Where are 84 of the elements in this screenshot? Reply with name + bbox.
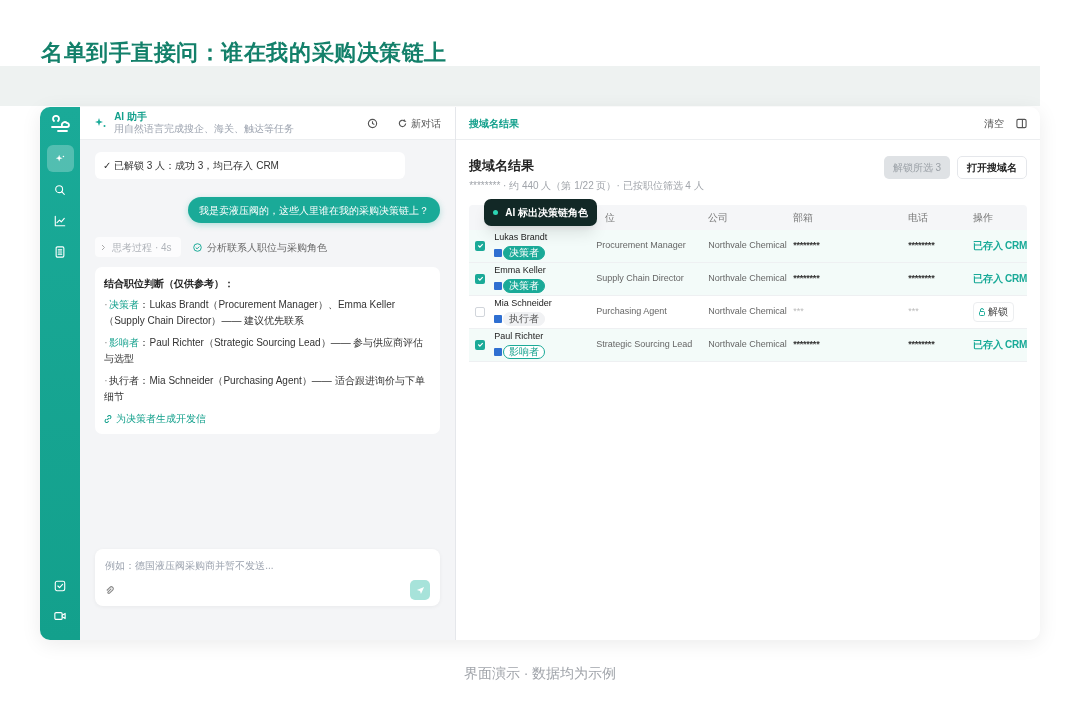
unlock-button[interactable]: 解锁 [973,301,1015,322]
sparkle-icon [94,117,107,129]
contact-name: Paul Richter [494,330,545,344]
table-row[interactable]: Lukas Brandt 决策者 Procurement Manager Northvale Chemical ******** ******** 已存入 CRM [469,229,1027,263]
column-header: 操作 [973,211,994,223]
table-row[interactable]: Paul Richter 影响者 Strategic Sourcing Lead Northvale Chemical ******** ******** 已存入 CRM [469,328,1027,362]
send-icon [415,585,425,595]
results-summary: ******** · 约 440 人（第 1/22 页）· 已按职位筛选 4 人 [469,178,704,193]
profile-icon [494,314,503,323]
logo-icon [50,115,71,133]
table-cell: Northvale Chemical [708,272,787,283]
lock-icon [979,307,986,316]
saved-status: 已存入 CRM [973,239,1027,251]
user-message: 我是卖液压阀的，这些人里谁在我的采购决策链上？ [188,197,441,223]
checkmark-icon [476,242,484,249]
caption: 界面演示 · 数据均为示例 [463,665,617,681]
assistant-subtitle: 用自然语言完成搜企、海关、触达等任务 [114,123,295,136]
sidebar-item[interactable] [46,145,74,172]
column-header: 部箱 [793,211,814,223]
chart-icon [54,214,67,227]
profile-icon [494,248,503,257]
contact-name: Mia Schneider [494,297,553,311]
video-icon [54,610,67,622]
table-cell: *** [908,305,919,316]
search-icon [54,183,67,196]
profile-icon [494,281,503,290]
history-icon[interactable] [367,117,379,129]
table-cell: ******** [908,239,935,250]
paperclip-icon[interactable] [105,585,115,595]
checkbox[interactable] [475,306,486,317]
column-header: 电话 [908,211,929,223]
status-text: ✓ 已解锁 3 人：成功 3，均已存入 CRM [103,159,279,173]
checkbox[interactable] [475,240,486,251]
message-input[interactable]: 例如：德国液压阀采购商并暂不发送... [105,558,431,573]
saved-status: 已存入 CRM [973,272,1027,284]
column-header: 位 [605,211,616,223]
table-cell: ******** [908,338,935,349]
table-cell: ******** [793,239,820,250]
table-cell: Purchasing Agent [596,305,667,316]
tooltip: AI 标出决策链角色 [484,198,597,226]
checkbox-icon [54,580,67,592]
link-icon [104,414,113,423]
clear-button[interactable]: 清空 [984,115,1004,131]
page-headline: 名单到手直接问：谁在我的采购决策链上 [41,39,448,67]
contact-name: Lukas Brandt [494,231,549,245]
table-cell: Northvale Chemical [708,305,787,316]
answer-line: · 决策者：Lukas Brandt（Procurement Manager）、Emma Keller（Supply Chain Director）—— 建议优先联系 [104,298,397,328]
table-row[interactable]: Emma Keller 决策者 Supply Chain Director Northvale Chemical ******** ******** 已存入 CRM [469,262,1027,296]
open-search-button[interactable]: 打开搜域名 [957,156,1027,179]
results-title: 搜域名结果 [469,157,536,175]
profile-icon [494,347,503,356]
answer-title: 结合职位判断（仅供参考）： [104,277,236,291]
checkbox[interactable] [475,339,486,350]
generate-email-link[interactable]: 为决策者生成开发信 [104,411,432,426]
step-text: 分析联系人职位与采购角色 [207,240,328,255]
assistant-title: AI 助手 [114,110,148,123]
table-cell: Procurement Manager [596,239,686,250]
send-button[interactable] [410,580,431,600]
table-cell: ******** [793,338,820,349]
role-tag: 执行者 [503,311,546,326]
answer-line: · 影响者：Paul Richter（Strategic Sourcing Lead）—— 参与供应商评估与选型 [104,336,425,366]
refresh-icon [398,118,408,128]
table-cell: ******** [908,272,935,283]
document-icon [54,245,67,258]
panel-toggle-icon[interactable] [1016,117,1027,129]
checkbox[interactable] [475,273,486,284]
table-cell: Northvale Chemical [708,239,787,250]
check-circle-icon [193,242,203,252]
contact-name: Emma Keller [494,264,547,278]
table-cell: Strategic Sourcing Lead [596,338,693,349]
table-cell: *** [793,305,804,316]
role-tag: 决策者 [503,278,546,293]
role-tag: 决策者 [503,245,546,260]
table-cell: ******** [793,272,820,283]
column-header: 公司 [708,211,729,223]
chevron-icon [101,243,107,251]
table-cell: Supply Chain Director [596,272,684,283]
checkmark-icon [476,275,484,282]
new-chat-button[interactable]: 新对话 [398,115,442,131]
checkmark-icon [476,341,484,348]
table-cell: Northvale Chemical [708,338,787,349]
answer-line: · 执行者：Mia Schneider（Purchasing Agent）—— 适合跟进询价与下单细节 [104,374,426,404]
saved-status: 已存入 CRM [973,338,1027,350]
role-tag: 影响者 [503,344,546,359]
